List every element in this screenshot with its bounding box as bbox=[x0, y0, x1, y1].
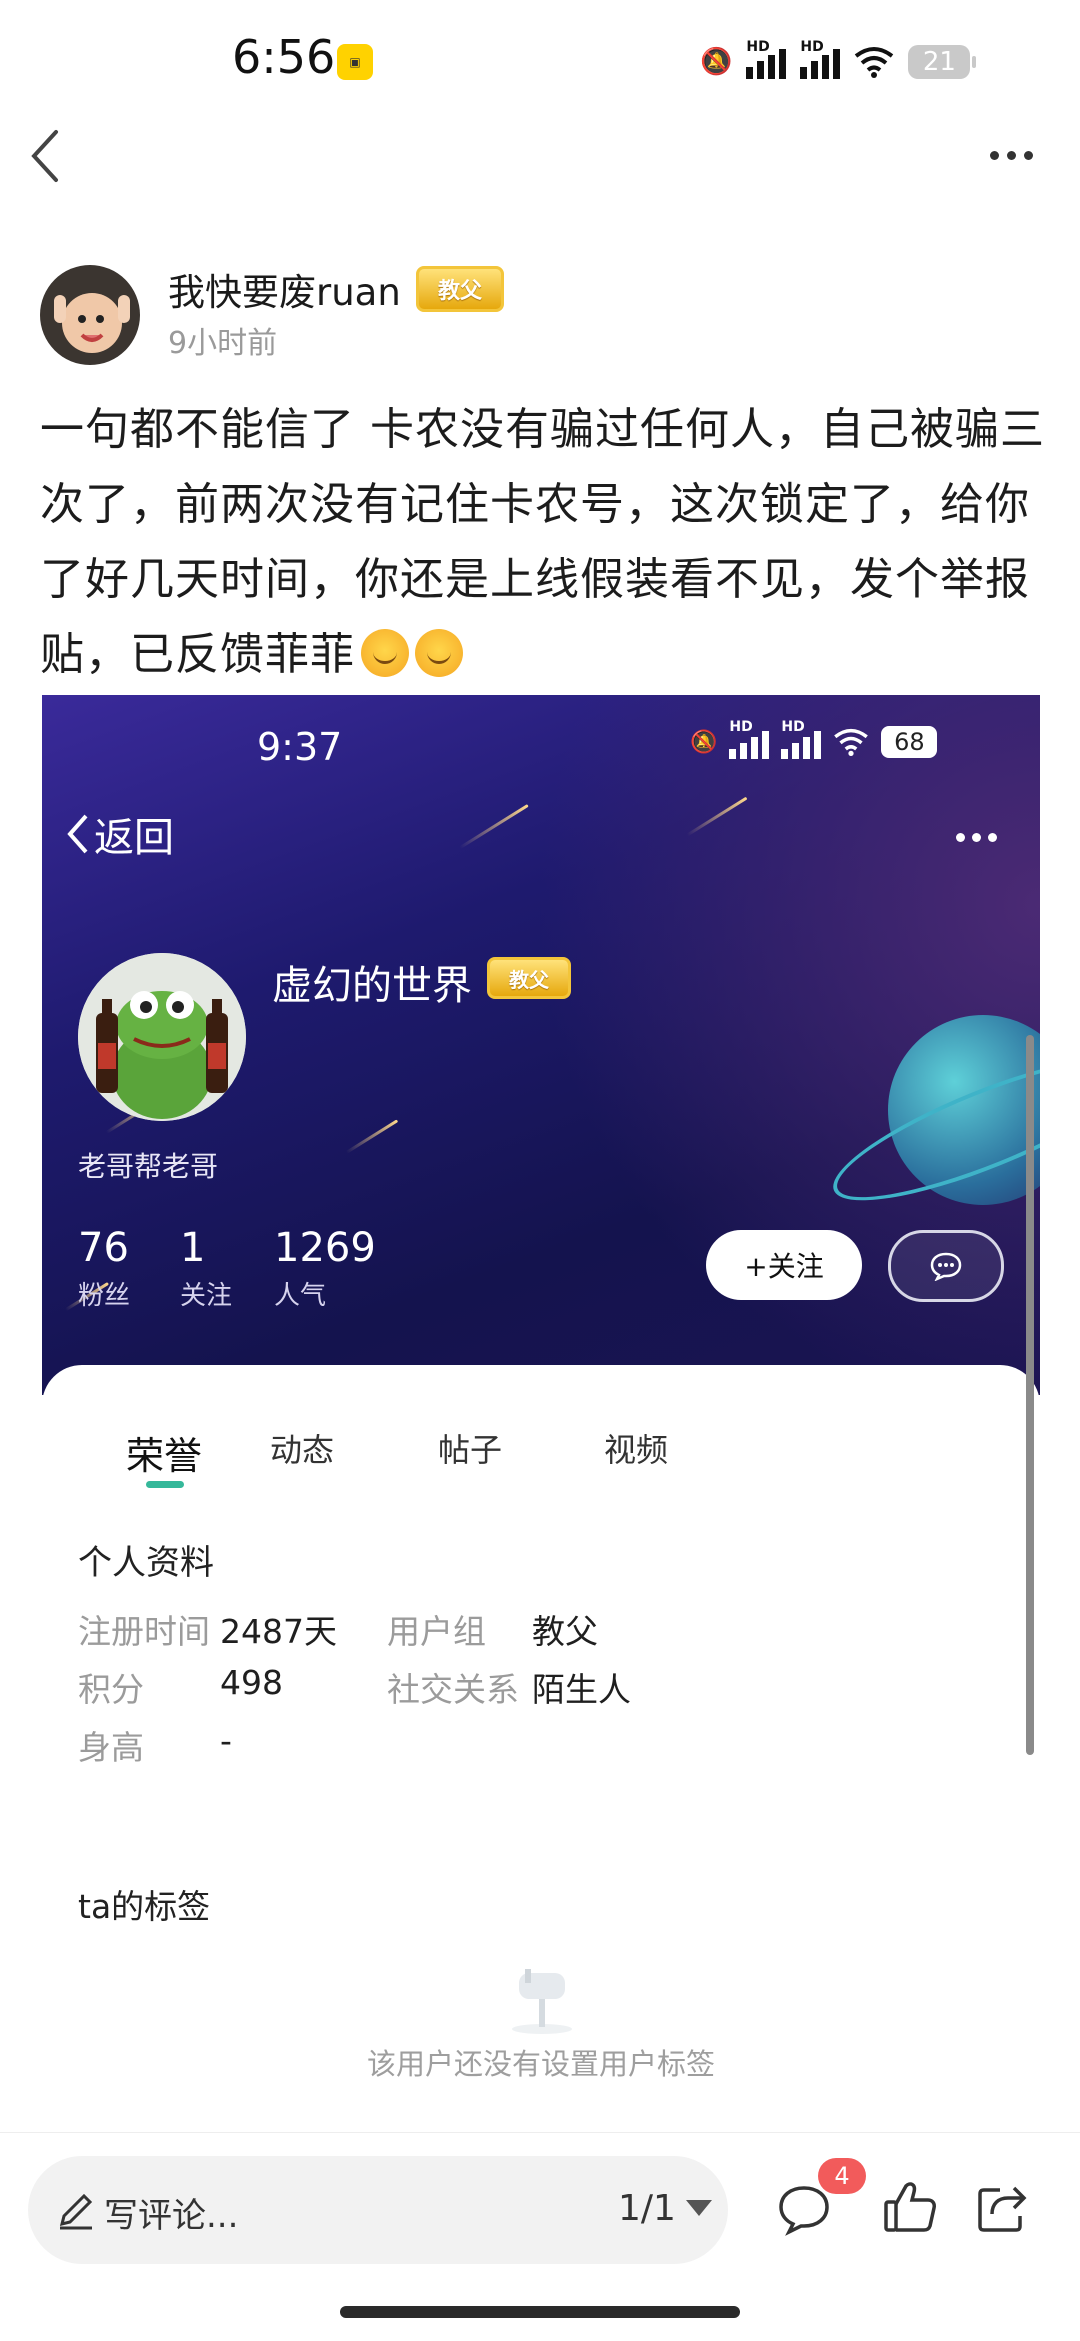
field-label-height: 身高 bbox=[78, 1728, 144, 1767]
author-name[interactable]: 我快要废ruan bbox=[168, 262, 401, 316]
stat-popularity: 1269 人气 bbox=[274, 1225, 376, 1311]
mute-icon: 🔕 bbox=[690, 729, 718, 755]
field-label-points: 积分 bbox=[78, 1670, 144, 1709]
comment-placeholder[interactable]: 写评论... bbox=[104, 2188, 238, 2237]
comment-count-badge: 4 bbox=[818, 2158, 866, 2194]
status-icons: 🔕 HD HD 21 bbox=[700, 39, 977, 84]
field-label-user-group: 用户组 bbox=[387, 1612, 486, 1651]
chevron-left-icon bbox=[67, 814, 88, 854]
comment-icon[interactable] bbox=[776, 2182, 832, 2238]
profile-section-title: 个人资料 bbox=[78, 1543, 214, 1583]
embed-back-button[interactable]: 返回 bbox=[64, 805, 174, 863]
profile-group-badge: 教父 bbox=[487, 957, 571, 999]
shy-emoji-icon bbox=[361, 629, 409, 677]
back-button[interactable] bbox=[22, 126, 72, 186]
tab-posts[interactable]: 帖子 bbox=[438, 1425, 502, 1471]
caret-down-icon[interactable] bbox=[686, 2200, 712, 2216]
empty-tags-message: 该用户还没有设置用户标签 bbox=[366, 2047, 715, 2081]
profile-signature: 老哥帮老哥 bbox=[78, 1150, 219, 1183]
more-options-button[interactable] bbox=[990, 140, 1050, 170]
wifi-icon bbox=[855, 47, 894, 78]
author-avatar[interactable] bbox=[40, 265, 140, 365]
shy-emoji-icon bbox=[415, 629, 463, 677]
post-body: 一句都不能信了 卡农没有骗过任何人，自己被骗三次了，前两次没有记住卡农号，这次锁… bbox=[40, 392, 1050, 692]
profile-detail-card: 荣誉 动态 帖子 视频 个人资料 注册时间 2487天 用户组 教父 积分 49… bbox=[42, 1365, 1040, 2130]
tab-honor[interactable]: 荣誉 bbox=[126, 1425, 202, 1480]
user-group-badge: 教父 bbox=[416, 266, 504, 312]
share-icon[interactable] bbox=[974, 2180, 1030, 2236]
active-tab-indicator bbox=[146, 1481, 184, 1488]
profile-username: 虚幻的世界 bbox=[272, 963, 472, 1009]
chat-bubble-icon bbox=[930, 1252, 962, 1281]
follow-button[interactable]: +关注 bbox=[706, 1230, 862, 1300]
signal-icon-2: HD bbox=[781, 719, 822, 759]
battery-indicator: 68 bbox=[881, 726, 938, 758]
signal-icon: HD bbox=[746, 39, 787, 79]
embed-status-time: 9:37 bbox=[257, 725, 343, 769]
field-label-relation: 社交关系 bbox=[387, 1670, 519, 1709]
message-button[interactable] bbox=[888, 1230, 1004, 1302]
stat-fans[interactable]: 76 粉丝 bbox=[78, 1225, 130, 1312]
embed-more-button[interactable] bbox=[956, 833, 997, 842]
stat-following[interactable]: 1 关注 bbox=[180, 1225, 232, 1312]
back-label: 返回 bbox=[94, 815, 174, 861]
profile-header-background: 9:37 🔕 HD HD 68 返回 虚幻的世界 教父 老哥帮老哥 76 粉丝 1… bbox=[42, 695, 1040, 1395]
field-value-height: - bbox=[220, 1721, 232, 1760]
field-label-register-time: 注册时间 bbox=[78, 1612, 210, 1651]
embed-status-icons: 🔕 HD HD 68 bbox=[690, 719, 938, 759]
field-value-relation: 陌生人 bbox=[532, 1670, 631, 1709]
thumbs-up-icon[interactable] bbox=[882, 2178, 938, 2236]
signal-icon: HD bbox=[729, 719, 770, 759]
field-value-user-group: 教父 bbox=[532, 1612, 598, 1651]
post-text: 一句都不能信了 卡农没有骗过任何人，自己被骗三次了，前两次没有记住卡农号，这次锁… bbox=[40, 404, 1045, 680]
post-time: 9小时前 bbox=[168, 326, 278, 361]
empty-mailbox-icon bbox=[512, 1969, 572, 2034]
mute-icon: 🔕 bbox=[700, 47, 733, 77]
wifi-icon bbox=[834, 728, 869, 756]
pencil-icon bbox=[59, 2193, 93, 2230]
embedded-screenshot[interactable]: 9:37 🔕 HD HD 68 返回 虚幻的世界 教父 老哥帮老哥 76 粉丝 1… bbox=[42, 695, 1040, 2130]
app-notification-icon: ▣ bbox=[337, 44, 373, 80]
page-indicator[interactable]: 1/1 bbox=[618, 2188, 676, 2229]
status-time: 6:56 bbox=[232, 30, 336, 84]
profile-avatar[interactable] bbox=[78, 953, 246, 1121]
tab-activity[interactable]: 动态 bbox=[270, 1425, 334, 1471]
tags-section-title: ta的标签 bbox=[78, 1887, 211, 1926]
scrollbar[interactable] bbox=[1026, 1035, 1034, 1755]
field-value-register-time: 2487天 bbox=[220, 1612, 337, 1651]
field-value-points: 498 bbox=[220, 1663, 283, 1702]
signal-icon-2: HD bbox=[800, 39, 841, 79]
tab-videos[interactable]: 视频 bbox=[604, 1425, 668, 1471]
battery-indicator: 21 bbox=[908, 45, 977, 79]
home-indicator[interactable] bbox=[340, 2306, 740, 2318]
